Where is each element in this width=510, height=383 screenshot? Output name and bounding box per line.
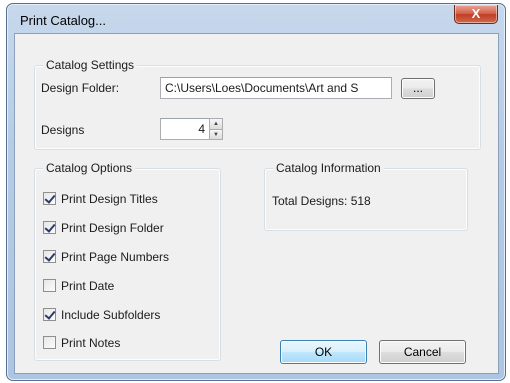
option-label: Print Page Numbers — [61, 250, 170, 264]
close-button[interactable]: X — [454, 5, 498, 24]
ok-button[interactable]: OK — [280, 340, 367, 364]
designs-count-input[interactable]: 4 — [160, 118, 210, 140]
catalog-information-group: Catalog Information Total Designs: 518 — [264, 161, 468, 231]
option-label: Include Subfolders — [61, 308, 161, 322]
browse-folder-button[interactable]: ... — [401, 78, 435, 99]
close-icon: X — [471, 6, 481, 21]
total-designs-text: Total Designs: 518 — [272, 194, 371, 208]
spin-down-icon[interactable]: ▼ — [210, 129, 222, 139]
designs-spinner[interactable]: ▲ ▼ — [209, 118, 223, 140]
checkbox-print-design-folder[interactable] — [43, 221, 56, 234]
catalog-settings-group: Catalog Settings Design Folder: C:\Users… — [34, 58, 481, 150]
option-print-notes[interactable]: Print Notes — [43, 336, 120, 352]
option-print-page-numbers[interactable]: Print Page Numbers — [43, 250, 169, 266]
option-print-date[interactable]: Print Date — [43, 279, 114, 295]
design-folder-input[interactable]: C:\Users\Loes\Documents\Art and S — [160, 77, 392, 99]
spin-up-icon[interactable]: ▲ — [210, 119, 222, 129]
checkbox-print-page-numbers[interactable] — [43, 250, 56, 263]
option-label: Print Design Titles — [61, 192, 158, 206]
catalog-options-group: Catalog Options Print Design Titles Prin… — [34, 161, 221, 361]
checkbox-print-date[interactable] — [43, 279, 56, 292]
option-label: Print Design Folder — [61, 221, 164, 235]
catalog-options-legend: Catalog Options — [43, 161, 136, 175]
catalog-information-legend: Catalog Information — [273, 161, 384, 175]
window-title: Print Catalog... — [20, 13, 106, 28]
design-folder-label: Design Folder: — [41, 81, 120, 95]
checkbox-print-notes[interactable] — [43, 336, 56, 349]
checkbox-include-subfolders[interactable] — [43, 308, 56, 321]
option-print-design-titles[interactable]: Print Design Titles — [43, 192, 158, 208]
option-label: Print Date — [61, 279, 115, 293]
option-print-design-folder[interactable]: Print Design Folder — [43, 221, 164, 237]
option-label: Print Notes — [61, 336, 121, 350]
checkbox-print-design-titles[interactable] — [43, 192, 56, 205]
dialog-window: Print Catalog... X Catalog Settings Desi… — [6, 3, 506, 381]
catalog-settings-legend: Catalog Settings — [43, 58, 138, 72]
designs-label: Designs — [41, 123, 85, 137]
dialog-client-area: Catalog Settings Design Folder: C:\Users… — [14, 33, 499, 374]
cancel-button[interactable]: Cancel — [379, 340, 466, 364]
option-include-subfolders[interactable]: Include Subfolders — [43, 308, 160, 324]
